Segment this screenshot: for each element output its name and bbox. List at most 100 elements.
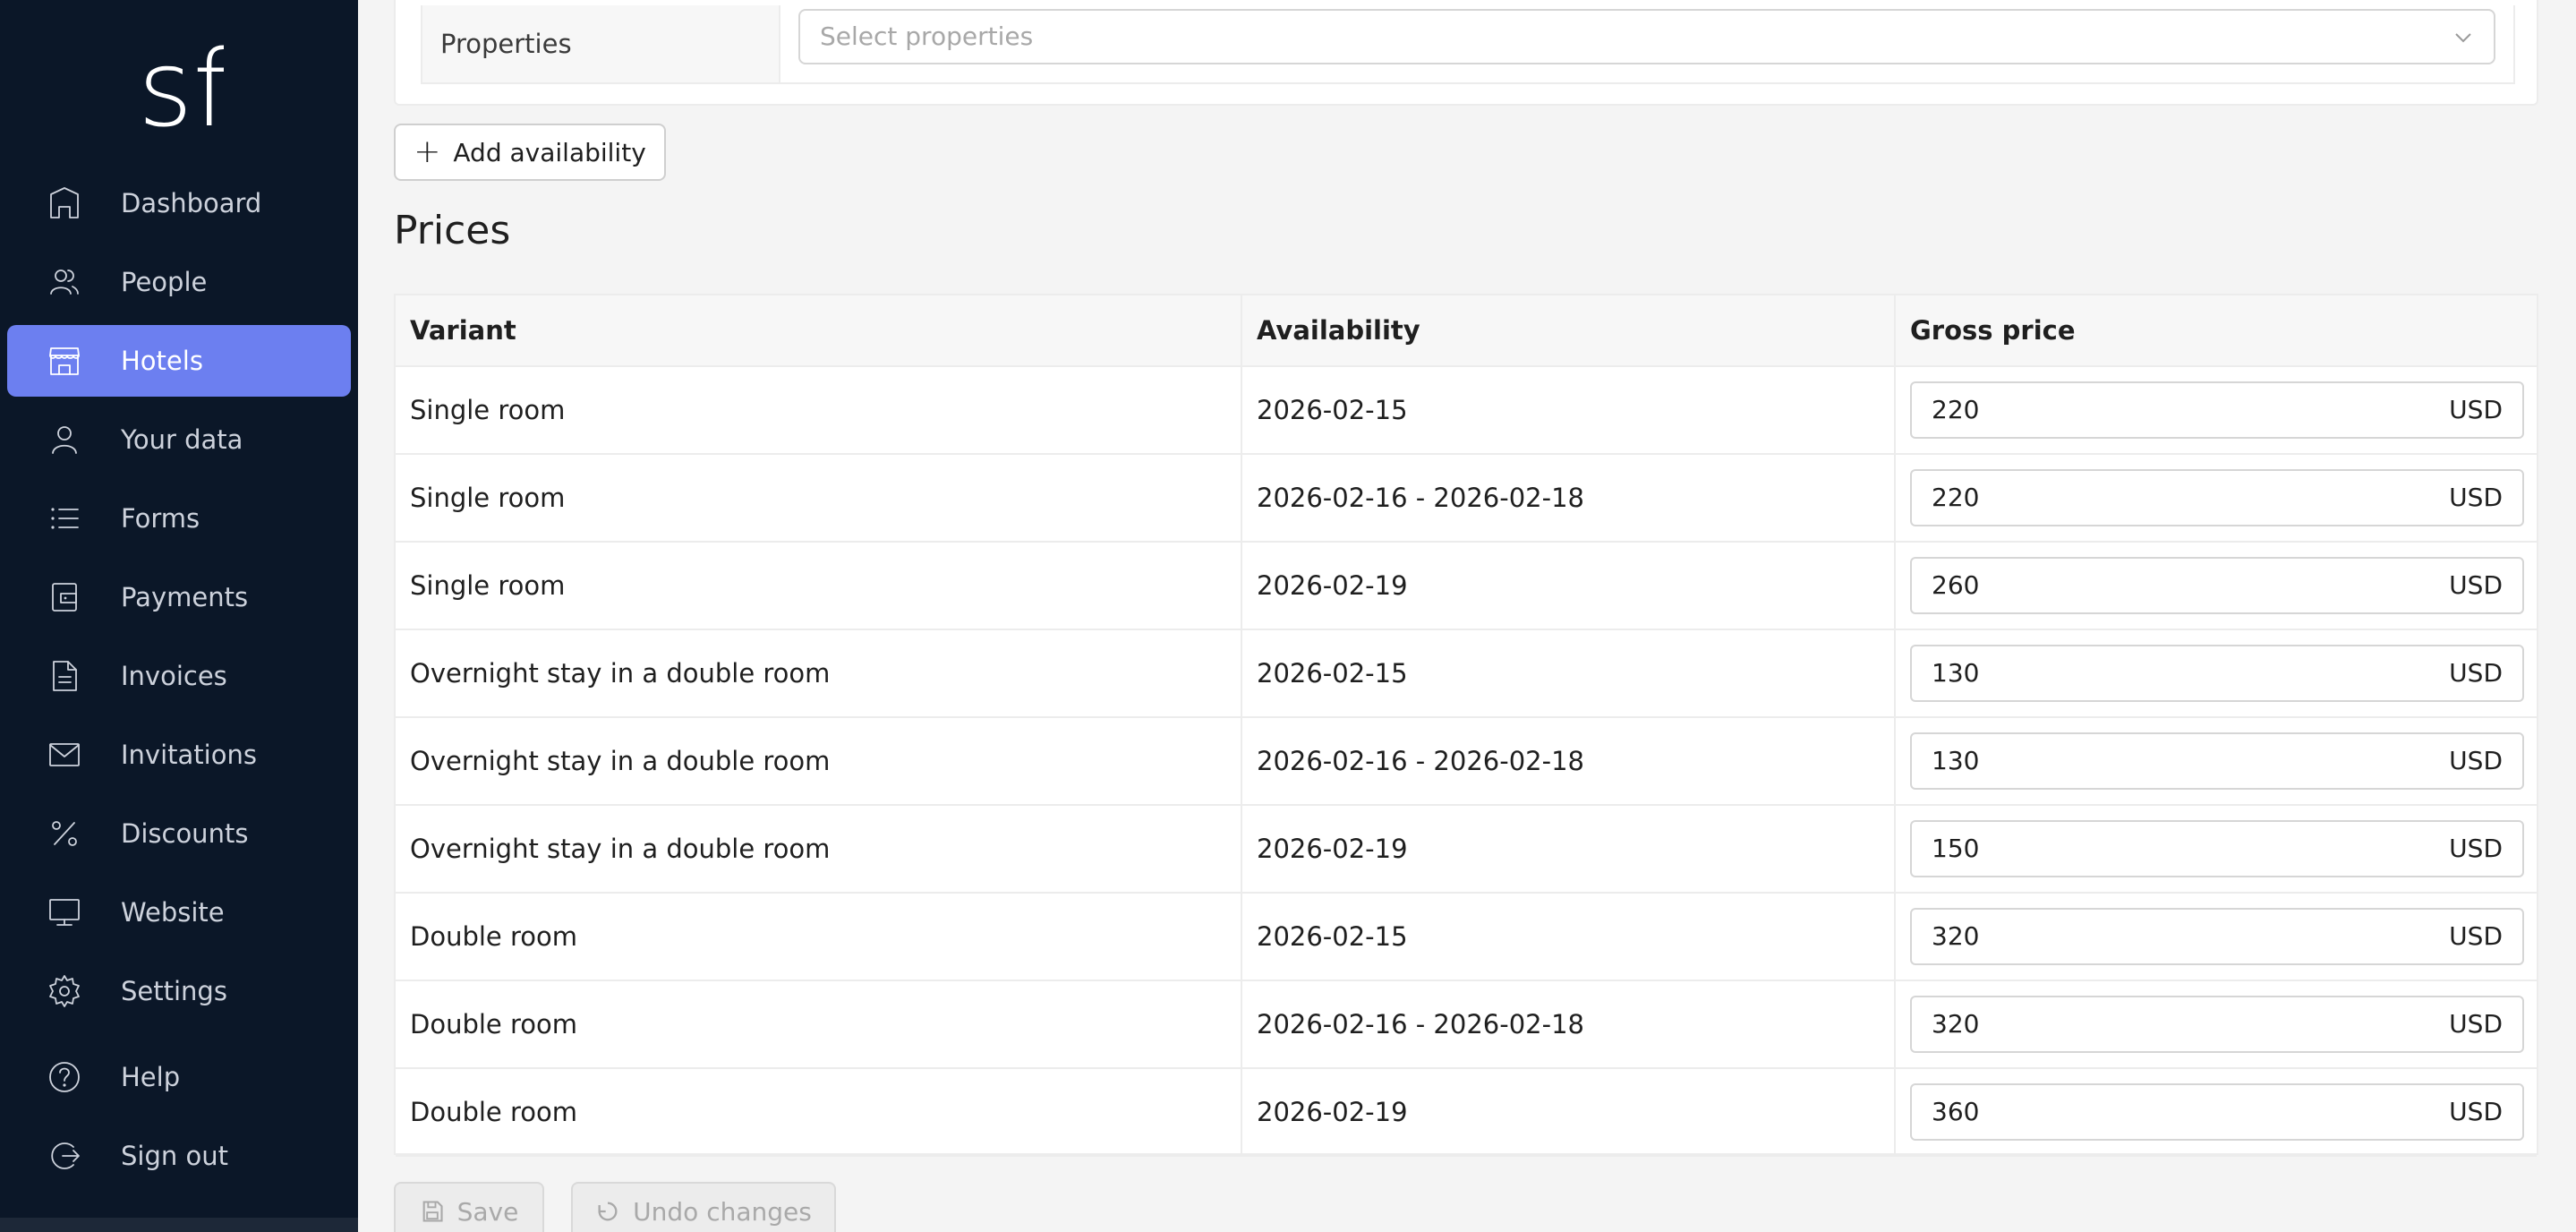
- save-icon: [422, 1201, 443, 1222]
- gross-price-cell: 320 USD: [1896, 894, 2538, 980]
- sidebar-item-payments[interactable]: Payments: [7, 561, 351, 633]
- sidebar-item-invitations[interactable]: Invitations: [7, 719, 351, 791]
- gross-price-input[interactable]: 130 USD: [1910, 732, 2524, 790]
- list-icon: [47, 500, 82, 536]
- gross-price-cell: 360 USD: [1896, 1069, 2538, 1155]
- gross-price-input[interactable]: 150 USD: [1910, 820, 2524, 877]
- gross-price-cell: 320 USD: [1896, 981, 2538, 1067]
- gross-price-input[interactable]: 220 USD: [1910, 469, 2524, 526]
- currency-label: USD: [2449, 483, 2503, 512]
- prices-title: Prices: [394, 208, 511, 253]
- add-availability-button[interactable]: + Add availability: [394, 124, 666, 181]
- sidebar-item-invoices[interactable]: Invoices: [7, 640, 351, 712]
- sidebar-item-hotels[interactable]: Hotels: [7, 325, 351, 397]
- save-label: Save: [456, 1196, 519, 1227]
- sidebar: sf Dashboard People Hotels Your data Forms Pa…: [0, 0, 358, 1232]
- people-icon: [47, 264, 82, 300]
- gross-price-value: 130: [1932, 746, 1980, 775]
- add-availability-label: Add availability: [453, 137, 646, 167]
- gross-price-cell: 220 USD: [1896, 367, 2538, 453]
- currency-label: USD: [2449, 395, 2503, 424]
- help-icon: [47, 1059, 82, 1095]
- percent-icon: [47, 816, 82, 851]
- table-row: Double room 2026-02-19 360 USD: [396, 1069, 2537, 1157]
- sidebar-item-dashboard[interactable]: Dashboard: [7, 167, 351, 239]
- variant-cell: Single room: [396, 543, 1242, 629]
- sidebar-item-label: Sign out: [121, 1141, 228, 1171]
- gross-price-input[interactable]: 220 USD: [1910, 381, 2524, 439]
- gross-price-cell: 150 USD: [1896, 806, 2538, 892]
- availability-cell: 2026-02-16 - 2026-02-18: [1242, 718, 1896, 804]
- save-button[interactable]: Save: [394, 1182, 544, 1232]
- table-row: Double room 2026-02-16 - 2026-02-18 320 …: [396, 981, 2537, 1069]
- gross-price-input[interactable]: 320 USD: [1910, 996, 2524, 1053]
- table-row: Single room 2026-02-19 260 USD: [396, 543, 2537, 630]
- availability-cell: 2026-02-19: [1242, 1069, 1896, 1155]
- currency-label: USD: [2449, 746, 2503, 775]
- sidebar-item-help[interactable]: Help: [7, 1041, 351, 1113]
- variant-cell: Overnight stay in a double room: [396, 718, 1242, 804]
- svg-text:sf: sf: [138, 29, 224, 136]
- user-icon: [47, 422, 82, 458]
- variant-cell: Double room: [396, 894, 1242, 980]
- sidebar-item-label: Hotels: [121, 346, 203, 376]
- gross-price-input[interactable]: 260 USD: [1910, 557, 2524, 614]
- sidebar-item-settings[interactable]: Settings: [7, 955, 351, 1027]
- availability-cell: 2026-02-15: [1242, 630, 1896, 716]
- availability-cell: 2026-02-15: [1242, 367, 1896, 453]
- sidebar-item-website[interactable]: Website: [7, 877, 351, 948]
- currency-label: USD: [2449, 921, 2503, 951]
- sidebar-item-discounts[interactable]: Discounts: [7, 798, 351, 869]
- currency-label: USD: [2449, 1097, 2503, 1126]
- table-row: Single room 2026-02-16 - 2026-02-18 220 …: [396, 455, 2537, 543]
- hotel-icon: [47, 343, 82, 379]
- variant-cell: Overnight stay in a double room: [396, 806, 1242, 892]
- sidebar-item-label: Forms: [121, 503, 200, 534]
- gross-price-input[interactable]: 320 USD: [1910, 908, 2524, 965]
- monitor-icon: [47, 894, 82, 930]
- sidebar-item-label: Invoices: [121, 661, 227, 691]
- properties-placeholder: Select properties: [820, 21, 1034, 51]
- sidebar-item-sign-out[interactable]: Sign out: [7, 1120, 351, 1192]
- table-header: Variant Availability Gross price: [396, 295, 2537, 367]
- gross-price-input[interactable]: 130 USD: [1910, 645, 2524, 702]
- currency-label: USD: [2449, 834, 2503, 863]
- plus-icon: +: [414, 133, 441, 170]
- gross-price-value: 220: [1932, 395, 1980, 424]
- variant-cell: Overnight stay in a double room: [396, 630, 1242, 716]
- column-header-gross-price: Gross price: [1910, 315, 2076, 346]
- variant-cell: Single room: [396, 367, 1242, 453]
- currency-label: USD: [2449, 1009, 2503, 1039]
- sidebar-item-your-data[interactable]: Your data: [7, 404, 351, 475]
- gross-price-value: 260: [1932, 570, 1980, 600]
- sidebar-item-label: Payments: [121, 582, 249, 612]
- sidebar-footer: [0, 1218, 358, 1232]
- home-icon: [47, 185, 82, 221]
- currency-label: USD: [2449, 658, 2503, 688]
- gross-price-value: 130: [1932, 658, 1980, 688]
- gross-price-value: 320: [1932, 921, 1980, 951]
- sidebar-item-label: Discounts: [121, 818, 249, 849]
- gross-price-value: 320: [1932, 1009, 1980, 1039]
- wallet-icon: [47, 579, 82, 615]
- gross-price-input[interactable]: 360 USD: [1910, 1083, 2524, 1141]
- column-header-variant: Variant: [396, 295, 1242, 365]
- undo-changes-button[interactable]: Undo changes: [571, 1182, 836, 1232]
- table-row: Single room 2026-02-15 220 USD: [396, 367, 2537, 455]
- gear-icon: [47, 973, 82, 1009]
- sidebar-item-label: Settings: [121, 976, 227, 1006]
- sidebar-item-people[interactable]: People: [7, 246, 351, 318]
- gross-price-cell: 260 USD: [1896, 543, 2538, 629]
- properties-card: Properties Select properties: [394, 0, 2538, 106]
- properties-label: Properties: [422, 5, 780, 82]
- main-content: Properties Select properties + Add avail…: [358, 0, 2576, 1232]
- sidebar-item-forms[interactable]: Forms: [7, 483, 351, 554]
- gross-price-cell: 130 USD: [1896, 630, 2538, 716]
- sidebar-item-label: Website: [121, 897, 225, 928]
- app-logo[interactable]: sf: [134, 27, 230, 150]
- properties-select[interactable]: Select properties: [798, 9, 2495, 64]
- sidebar-item-label: Help: [121, 1062, 181, 1092]
- sidebar-item-label: Invitations: [121, 740, 257, 770]
- table-row: Double room 2026-02-15 320 USD: [396, 894, 2537, 981]
- gross-price-cell: 130 USD: [1896, 718, 2538, 804]
